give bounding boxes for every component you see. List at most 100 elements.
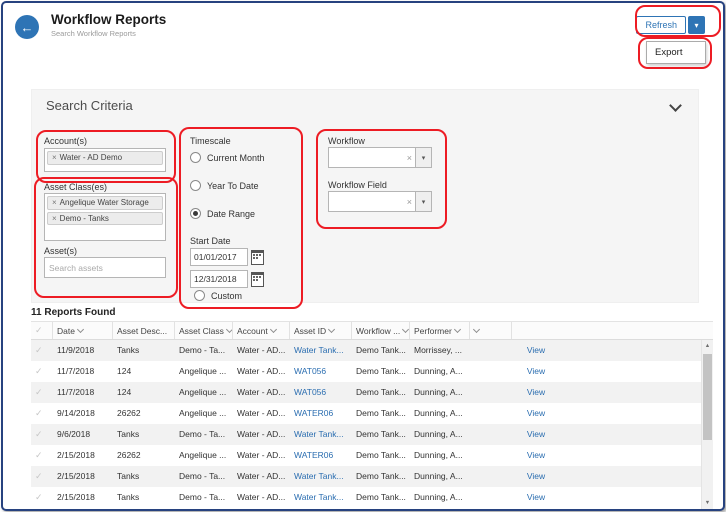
radio-year-to-date[interactable]: Year To Date bbox=[190, 180, 259, 191]
cell-asset-class: Angelique ... bbox=[175, 445, 233, 466]
header-select[interactable]: ✓ bbox=[31, 322, 53, 339]
scroll-up-icon[interactable]: ▲ bbox=[702, 340, 713, 352]
table-row[interactable]: ✓ 11/9/2018 Tanks Demo - Ta... Water - A… bbox=[31, 340, 713, 361]
vertical-scrollbar[interactable]: ▲ ▼ bbox=[701, 340, 713, 509]
sort-icon bbox=[454, 326, 461, 333]
refresh-dropdown-button[interactable]: ▾ bbox=[688, 16, 705, 34]
radio-custom[interactable]: Custom bbox=[194, 290, 242, 301]
header-asset-desc[interactable]: Asset Desc... bbox=[113, 322, 175, 339]
asset-id-link[interactable]: Water Tank... bbox=[294, 471, 344, 481]
asset-id-link[interactable]: WAT056 bbox=[294, 366, 326, 376]
clear-icon[interactable]: × bbox=[404, 153, 415, 163]
collapse-section-button[interactable] bbox=[668, 101, 682, 113]
cell-expander bbox=[470, 340, 512, 361]
dropdown-button[interactable]: ▾ bbox=[415, 148, 431, 167]
view-link[interactable]: View bbox=[527, 387, 545, 397]
cell-workflow: Demo Tank... bbox=[352, 445, 410, 466]
row-select-cell[interactable]: ✓ bbox=[31, 403, 53, 424]
calendar-icon[interactable] bbox=[251, 272, 264, 287]
end-date-input[interactable] bbox=[190, 270, 248, 288]
view-link[interactable]: View bbox=[527, 471, 545, 481]
header-performer[interactable]: Performer bbox=[410, 322, 470, 339]
remove-tag-icon[interactable]: × bbox=[52, 214, 57, 224]
table-row[interactable]: ✓ 9/14/2018 26262 Angelique ... Water - … bbox=[31, 403, 713, 424]
cell-filler bbox=[560, 445, 713, 466]
header-asset-class[interactable]: Asset Class bbox=[175, 322, 233, 339]
tag-label: Water - AD Demo bbox=[60, 153, 122, 163]
assets-search-input[interactable] bbox=[44, 257, 166, 278]
header-label: Asset Desc... bbox=[117, 326, 167, 336]
asset-id-link[interactable]: Water Tank... bbox=[294, 345, 344, 355]
cell-filler bbox=[560, 424, 713, 445]
cell-account: Water - AD... bbox=[233, 445, 290, 466]
row-select-cell[interactable]: ✓ bbox=[31, 361, 53, 382]
asset-id-link[interactable]: WATER06 bbox=[294, 450, 333, 460]
header-expander[interactable] bbox=[470, 322, 512, 339]
sort-icon bbox=[473, 326, 480, 333]
cell-performer: Dunning, A... bbox=[410, 445, 470, 466]
cell-asset-id: Water Tank... bbox=[290, 487, 352, 508]
cell-performer: Dunning, A... bbox=[410, 487, 470, 508]
header-actions: Refresh ▾ bbox=[636, 16, 705, 34]
export-menu-item[interactable]: Export bbox=[647, 42, 705, 63]
start-date-input[interactable] bbox=[190, 248, 248, 266]
refresh-button[interactable]: Refresh bbox=[636, 16, 686, 34]
asset-classes-multiselect[interactable]: × Angelique Water Storage × Demo - Tanks bbox=[44, 193, 166, 241]
table-row[interactable]: ✓ 11/7/2018 124 Angelique ... Water - AD… bbox=[31, 361, 713, 382]
workflow-field-select[interactable]: × ▾ bbox=[328, 191, 432, 212]
row-select-cell[interactable]: ✓ bbox=[31, 466, 53, 487]
header-date[interactable]: Date bbox=[53, 322, 113, 339]
table-body: ✓ 11/9/2018 Tanks Demo - Ta... Water - A… bbox=[31, 340, 713, 508]
chevron-down-icon: ▾ bbox=[422, 198, 426, 206]
header-workflow[interactable]: Workflow ... bbox=[352, 322, 410, 339]
view-link[interactable]: View bbox=[527, 345, 545, 355]
view-link[interactable]: View bbox=[527, 450, 545, 460]
asset-id-link[interactable]: WATER06 bbox=[294, 408, 333, 418]
scroll-down-icon[interactable]: ▼ bbox=[702, 497, 713, 509]
asset-id-link[interactable]: Water Tank... bbox=[294, 492, 344, 502]
cell-expander bbox=[470, 382, 512, 403]
row-select-cell[interactable]: ✓ bbox=[31, 445, 53, 466]
clear-icon[interactable]: × bbox=[404, 197, 415, 207]
row-select-cell[interactable]: ✓ bbox=[31, 487, 53, 508]
cell-date: 9/14/2018 bbox=[53, 403, 113, 424]
view-link[interactable]: View bbox=[527, 366, 545, 376]
cell-view: View bbox=[512, 403, 560, 424]
row-select-cell[interactable]: ✓ bbox=[31, 340, 53, 361]
table-row[interactable]: ✓ 2/15/2018 Tanks Demo - Ta... Water - A… bbox=[31, 487, 713, 508]
cell-workflow: Demo Tank... bbox=[352, 361, 410, 382]
remove-tag-icon[interactable]: × bbox=[52, 153, 57, 163]
view-link[interactable]: View bbox=[527, 408, 545, 418]
asset-id-link[interactable]: WAT056 bbox=[294, 387, 326, 397]
cell-workflow: Demo Tank... bbox=[352, 403, 410, 424]
row-select-cell[interactable]: ✓ bbox=[31, 382, 53, 403]
asset-id-link[interactable]: Water Tank... bbox=[294, 429, 344, 439]
scrollbar-thumb[interactable] bbox=[703, 354, 712, 440]
radio-date-range[interactable]: Date Range bbox=[190, 208, 255, 219]
table-row[interactable]: ✓ 11/7/2018 124 Angelique ... Water - AD… bbox=[31, 382, 713, 403]
dropdown-button[interactable]: ▾ bbox=[415, 192, 431, 211]
back-button[interactable]: ← bbox=[15, 15, 39, 39]
header-filler bbox=[560, 322, 713, 339]
radio-current-month[interactable]: Current Month bbox=[190, 152, 265, 163]
radio-icon bbox=[190, 152, 201, 163]
calendar-icon[interactable] bbox=[251, 250, 264, 265]
results-count: 11 Reports Found bbox=[31, 307, 115, 318]
header-asset-id[interactable]: Asset ID bbox=[290, 322, 352, 339]
cell-workflow: Demo Tank... bbox=[352, 466, 410, 487]
table-row[interactable]: ✓ 9/6/2018 Tanks Demo - Ta... Water - AD… bbox=[31, 424, 713, 445]
accounts-multiselect[interactable]: × Water - AD Demo bbox=[44, 148, 166, 172]
view-link[interactable]: View bbox=[527, 429, 545, 439]
cell-date: 2/15/2018 bbox=[53, 487, 113, 508]
cell-performer: Dunning, A... bbox=[410, 424, 470, 445]
row-select-cell[interactable]: ✓ bbox=[31, 424, 53, 445]
view-link[interactable]: View bbox=[527, 492, 545, 502]
cell-asset-desc: Tanks bbox=[113, 487, 175, 508]
workflow-select[interactable]: × ▾ bbox=[328, 147, 432, 168]
table-row[interactable]: ✓ 2/15/2018 26262 Angelique ... Water - … bbox=[31, 445, 713, 466]
table-row[interactable]: ✓ 2/15/2018 Tanks Demo - Ta... Water - A… bbox=[31, 466, 713, 487]
remove-tag-icon[interactable]: × bbox=[52, 198, 57, 208]
page-title: Workflow Reports bbox=[51, 12, 166, 27]
cell-account: Water - AD... bbox=[233, 487, 290, 508]
header-account[interactable]: Account bbox=[233, 322, 290, 339]
